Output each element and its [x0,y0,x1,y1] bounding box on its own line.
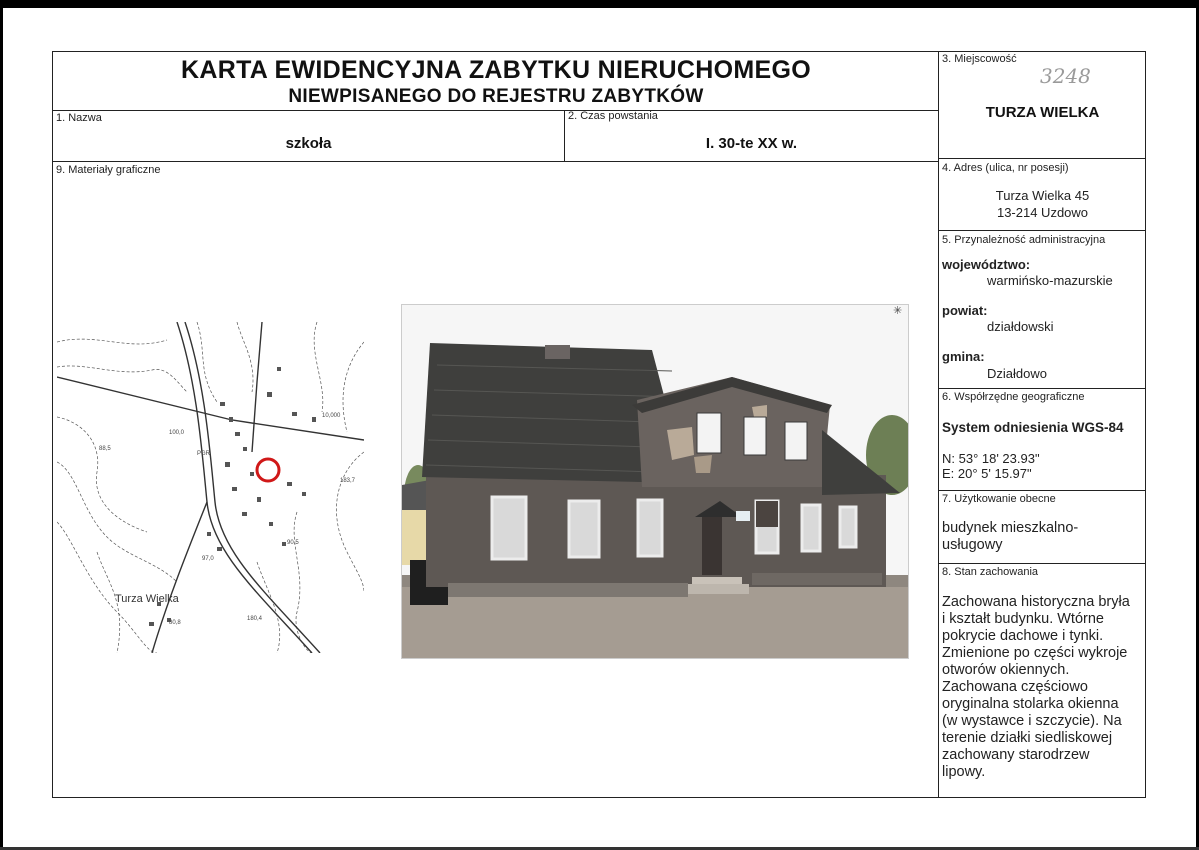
usage-line-1: budynek mieszkalno- [942,520,1079,536]
right-divider-1 [938,158,1146,159]
condition-line: Zmienione po części wykroje [942,645,1128,661]
coordinate-system: System odniesienia WGS-84 [942,420,1124,435]
county-value: działdowski [987,319,1054,334]
date-label: 2. Czas powstania [568,110,658,122]
svg-text:88,5: 88,5 [99,446,111,452]
svg-text:90,5: 90,5 [287,540,299,546]
voivodeship-value: warmińsko-mazurskie [987,273,1113,288]
condition-line: i kształt budynku. Wtórne [942,611,1104,627]
commune-label: gmina: [942,349,985,364]
right-divider-3 [938,388,1146,389]
name-value: szkoła [285,135,332,152]
condition-line: terenie działki siedliskowej [942,730,1113,746]
locality-value: TURZA WIELKA [985,104,1100,121]
svg-text:183,7: 183,7 [340,478,356,484]
admin-label: 5. Przynależność administracyjna [942,234,1106,246]
address-line-1: Turza Wielka 45 [995,188,1090,203]
coordinate-n: N: 53° 18' 23.93" [942,451,1040,466]
usage-line-2: usługowy [942,537,1003,553]
condition-line: Zachowana częściowo [942,679,1088,695]
map-place-label: Turza Wielka [115,593,180,605]
map-drawing: 100,0 88,5 10,000 183,7 90,5 97,0 80,8 1… [57,322,364,653]
svg-text:97,0: 97,0 [202,556,214,562]
usage-label: 7. Użytkowanie obecne [942,493,1056,505]
address-label: 4. Adres (ulica, nr posesji) [942,162,1069,174]
condition-line: (w wystawce i szczycie). Na [942,713,1122,729]
graphics-label: 9. Materiały graficzne [56,164,161,176]
condition-line: zachowany starodrzew [942,747,1090,763]
column-divider [938,51,939,798]
handwritten-number: 3248 [1040,64,1091,88]
condition-line: Zachowana historyczna bryła [942,594,1130,610]
county-label: powiat: [942,303,988,318]
voivodeship-label: województwo: [942,257,1031,272]
svg-text:100,0: 100,0 [169,430,185,436]
right-divider-4 [938,490,1146,491]
name-label: 1. Nazwa [56,112,102,124]
scan-edge-left [0,0,3,850]
locality-label: 3. Miejscowość [942,53,1017,65]
svg-text:10,000: 10,000 [322,413,341,419]
svg-text:PGR: PGR [197,451,211,457]
title-divider [52,110,938,111]
address-line-2: 13-214 Uzdowo [996,205,1089,220]
scan-edge-top [0,0,1199,8]
condition-label: 8. Stan zachowania [942,566,1039,578]
condition-line: otworów okiennych. [942,662,1070,678]
map-location-marker [255,457,281,483]
topographic-map: 100,0 88,5 10,000 183,7 90,5 97,0 80,8 1… [57,322,364,653]
card-title: KARTA EWIDENCYJNA ZABYTKU NIERUCHOMEGO [181,56,811,84]
right-divider-5 [938,563,1146,564]
building-photo [401,304,909,659]
coordinates-label: 6. Współrzędne geograficzne [942,391,1085,403]
coordinate-e: E: 20° 5' 15.97" [942,466,1032,481]
commune-value: Działdowo [987,366,1047,381]
right-divider-2 [938,230,1146,231]
condition-text: Zachowana historyczna bryła i kształt bu… [942,594,1142,781]
svg-text:180,4: 180,4 [247,616,263,622]
condition-line: oryginalna stolarka okienna [942,696,1119,712]
condition-line: lipowy. [942,764,986,780]
name-row-divider [52,161,938,162]
svg-text:80,8: 80,8 [169,620,181,626]
date-value: I. 30-te XX w. [705,135,798,152]
condition-line: pokrycie dachowe i tynki. [942,628,1104,644]
photo-drawing [402,305,908,658]
scan-mark: ✳ [893,305,903,317]
card-subtitle: NIEWPISANEGO DO REJESTRU ZABYTKÓW [288,86,704,107]
